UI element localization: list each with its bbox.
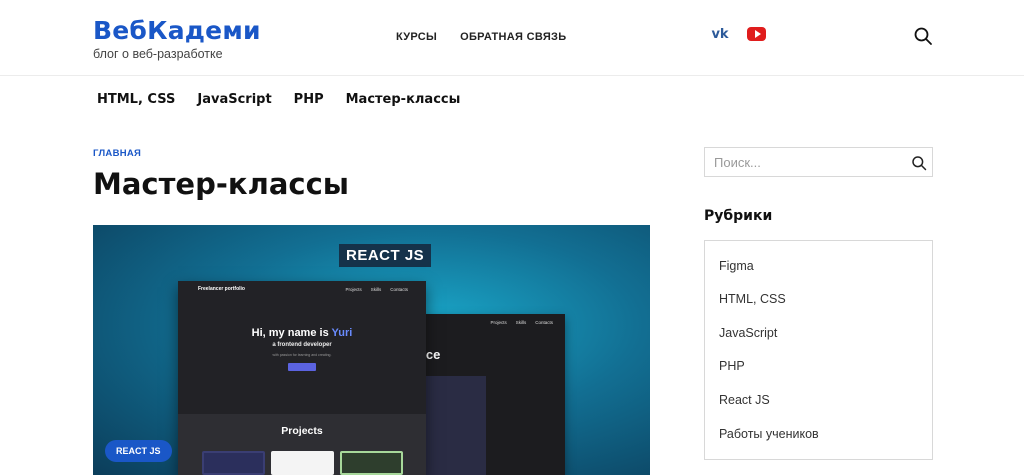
search-input[interactable] (705, 148, 895, 176)
mockup-nav: Projects Skills Contacts (345, 287, 408, 292)
mockup-greeting-name: Yuri (331, 327, 353, 339)
category-link-php[interactable]: PHP (294, 92, 324, 107)
youtube-icon[interactable] (747, 27, 766, 41)
category-item-php[interactable]: PHP (719, 359, 745, 373)
sidebar-heading: Рубрики (704, 208, 773, 224)
mockup-logo: Freelancer portfolio (198, 286, 245, 292)
mockup-role: a frontend developer (272, 342, 332, 348)
category-item-javascript[interactable]: JavaScript (719, 326, 777, 340)
mockup-nav-item: Skills (515, 320, 527, 325)
category-item-student-works[interactable]: Работы учеников (719, 427, 819, 441)
site-tagline: блог о веб-разработке (93, 47, 223, 61)
brand: ВебКадеми блог о веб-разработке (93, 16, 261, 61)
nav-feedback[interactable]: ОБРАТНАЯ СВЯЗЬ (460, 31, 566, 43)
sidebar-search (704, 147, 933, 177)
category-item-react-js[interactable]: React JS (719, 393, 770, 407)
category-link-master-classes[interactable]: Мастер-классы (346, 92, 461, 107)
post-category-tag[interactable]: REACT JS (105, 440, 172, 462)
mockup-greeting-text: Hi, my name is (251, 327, 332, 339)
search-icon[interactable] (913, 26, 933, 46)
mockup-contact-button (288, 363, 316, 371)
category-link-html-css[interactable]: HTML, CSS (97, 92, 175, 107)
featured-post-image[interactable]: REACT JS Projects Skills Contacts vice F… (93, 225, 650, 475)
mockup-nav: Projects Skills Contacts (490, 320, 553, 325)
category-nav: HTML, CSS JavaScript PHP Мастер-классы (97, 92, 460, 107)
mockup-blurb: with passion for learning and creating. (272, 353, 332, 357)
nav-courses[interactable]: КУРСЫ (396, 31, 437, 43)
mockup-projects-section: Projects (178, 414, 426, 475)
category-list: Figma HTML, CSS JavaScript PHP React JS … (704, 240, 933, 460)
mockup-project-thumb (271, 451, 334, 475)
breadcrumb-home[interactable]: ГЛАВНАЯ (93, 148, 141, 159)
mockup-projects-title: Projects (281, 425, 323, 437)
vk-icon[interactable]: vk (710, 27, 730, 42)
category-item-figma[interactable]: Figma (719, 259, 754, 273)
category-item-html-css[interactable]: HTML, CSS (719, 292, 786, 306)
mockup-project-thumb (340, 451, 403, 475)
category-link-javascript[interactable]: JavaScript (197, 92, 271, 107)
mockup-greeting: Hi, my name is Yuri (178, 327, 426, 339)
mockup-nav-item: Projects (490, 320, 507, 325)
image-badge: REACT JS (339, 244, 432, 267)
top-nav: КУРСЫ ОБРАТНАЯ СВЯЗЬ (396, 31, 566, 43)
mockup-main-screen: Freelancer portfolio Projects Skills Con… (178, 281, 426, 475)
mockup-nav-item: Contacts (390, 287, 408, 292)
search-icon[interactable] (911, 155, 927, 171)
mockup-nav-item: Skills (370, 287, 382, 292)
site-header: ВебКадеми блог о веб-разработке КУРСЫ ОБ… (0, 0, 1024, 76)
page-title: Мастер-классы (93, 167, 349, 201)
mockup-nav-item: Contacts (535, 320, 553, 325)
mockup-nav-item: Projects (345, 287, 362, 292)
site-logo[interactable]: ВебКадеми (93, 16, 261, 46)
mockup-project-thumb (202, 451, 265, 475)
